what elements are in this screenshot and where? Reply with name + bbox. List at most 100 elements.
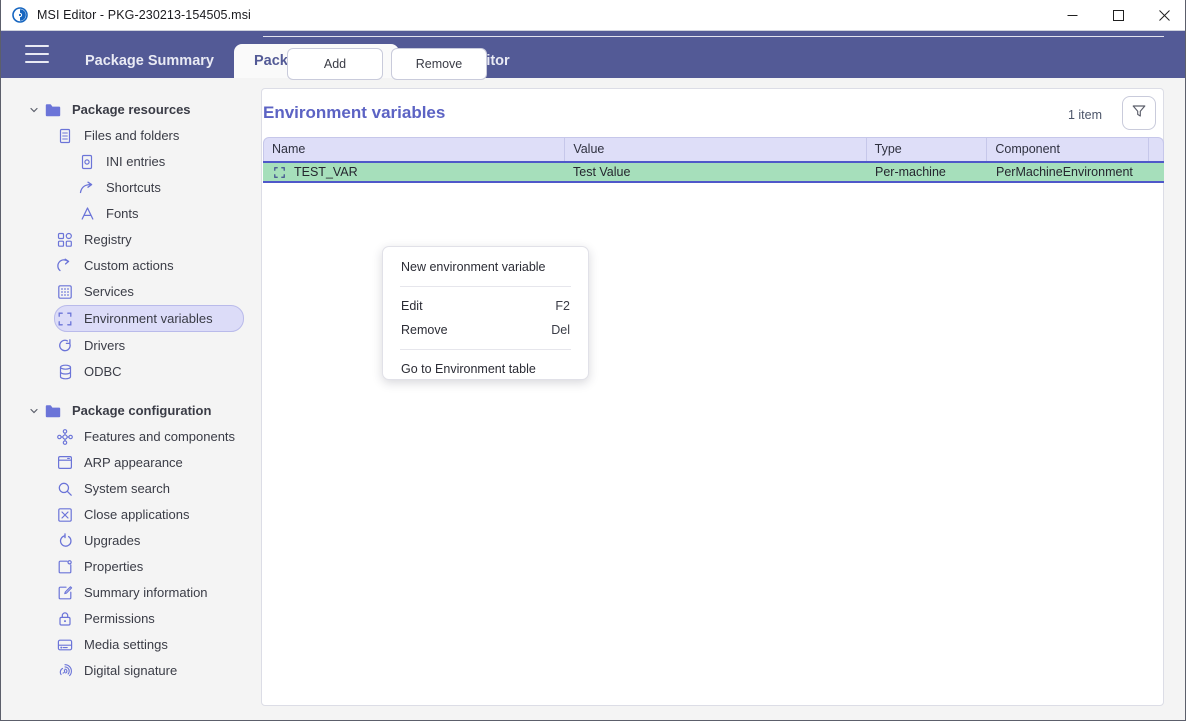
column-header-component[interactable]: Component bbox=[987, 138, 1149, 161]
sidebar-item-fonts[interactable]: Fonts bbox=[77, 201, 256, 226]
folder-icon bbox=[43, 100, 63, 120]
sidebar-item-label: INI entries bbox=[106, 154, 166, 169]
font-a-icon bbox=[77, 204, 97, 224]
menu-item-go-to-environment-table[interactable]: Go to Environment table bbox=[383, 357, 588, 381]
body-area: Package resources Files and folders INI … bbox=[1, 36, 1185, 720]
sidebar-group-label: Package configuration bbox=[72, 403, 212, 418]
sidebar-item-close-applications[interactable]: Close applications bbox=[55, 502, 256, 527]
sidebar-item-label: Registry bbox=[84, 232, 132, 247]
registry-blocks-icon bbox=[55, 230, 75, 250]
sidebar-item-ini-entries[interactable]: INI entries bbox=[77, 149, 256, 174]
environment-variables-table: Name Value Type Component TEST_VAR Test … bbox=[263, 137, 1164, 645]
item-count: 1 item bbox=[1067, 108, 1102, 122]
application-window: MSI Editor - PKG-230213-154505.msi Packa… bbox=[0, 0, 1186, 721]
column-header-spacer bbox=[1149, 138, 1163, 161]
sidebar-item-drivers[interactable]: Drivers bbox=[55, 333, 256, 358]
sidebar-item-label: Permissions bbox=[84, 611, 155, 626]
sidebar-item-odbc[interactable]: ODBC bbox=[55, 359, 256, 384]
content-panel: Environment variables 1 item Name Value … bbox=[261, 36, 1164, 706]
window-controls bbox=[1049, 0, 1185, 31]
column-header-value[interactable]: Value bbox=[565, 138, 867, 161]
chevron-down-icon bbox=[25, 105, 43, 115]
close-icon[interactable] bbox=[1141, 0, 1185, 31]
sidebar-item-properties[interactable]: Properties bbox=[55, 554, 256, 579]
chevron-down-icon bbox=[25, 406, 43, 416]
add-button[interactable]: Add bbox=[287, 47, 383, 80]
folder-icon bbox=[43, 401, 63, 421]
refresh-circle-icon bbox=[55, 336, 75, 356]
cell-value: Test Value bbox=[573, 165, 631, 179]
sidebar-item-services[interactable]: Services bbox=[55, 279, 256, 304]
sidebar-item-label: Drivers bbox=[84, 338, 126, 353]
sidebar-item-label: Fonts bbox=[106, 206, 139, 221]
page-title: Environment variables bbox=[263, 103, 446, 122]
menu-item-new-environment-variable[interactable]: New environment variable bbox=[383, 255, 588, 279]
menu-item-label: New environment variable bbox=[401, 260, 546, 274]
cell-type: Per-machine bbox=[875, 165, 946, 179]
context-menu: New environment variable Edit F2 Remove … bbox=[382, 246, 589, 380]
hamburger-menu-icon[interactable] bbox=[25, 45, 49, 63]
minimize-icon[interactable] bbox=[1049, 0, 1095, 31]
msi-editor-logo-icon bbox=[12, 7, 28, 23]
menu-item-edit[interactable]: Edit F2 bbox=[383, 294, 588, 318]
fingerprint-icon bbox=[55, 661, 75, 681]
remove-button[interactable]: Remove bbox=[391, 47, 487, 80]
sidebar-item-summary-information[interactable]: Summary information bbox=[55, 580, 256, 605]
sidebar-item-system-search[interactable]: System search bbox=[55, 476, 256, 501]
sidebar-item-label: Features and components bbox=[84, 429, 236, 444]
table-row[interactable]: TEST_VAR Test Value Per-machine PerMachi… bbox=[263, 161, 1164, 183]
table-body: TEST_VAR Test Value Per-machine PerMachi… bbox=[263, 161, 1164, 183]
column-header-name[interactable]: Name bbox=[264, 138, 566, 161]
lock-icon bbox=[55, 609, 75, 629]
sidebar-item-label: Shortcuts bbox=[106, 180, 161, 195]
sidebar-item-label: Files and folders bbox=[84, 128, 180, 143]
window-icon bbox=[55, 453, 75, 473]
refresh-circle-icon bbox=[55, 531, 75, 551]
sidebar-group-package-resources[interactable]: Package resources bbox=[25, 97, 256, 122]
filter-button[interactable] bbox=[1122, 96, 1156, 130]
dashed-square-icon bbox=[271, 164, 287, 180]
x-square-icon bbox=[55, 505, 75, 525]
components-node-icon bbox=[55, 427, 75, 447]
properties-tag-icon bbox=[55, 557, 75, 577]
edit-square-icon bbox=[55, 583, 75, 603]
sidebar-item-label: Services bbox=[84, 284, 134, 299]
table-header-row: Name Value Type Component bbox=[263, 137, 1164, 161]
sidebar-item-label: Summary information bbox=[84, 585, 208, 600]
sidebar-item-label: Close applications bbox=[84, 507, 190, 522]
sidebar-item-upgrades[interactable]: Upgrades bbox=[55, 528, 256, 553]
cell-name: TEST_VAR bbox=[263, 161, 565, 183]
content-header: Environment variables 1 item bbox=[263, 90, 1164, 142]
sidebar-item-label: Custom actions bbox=[84, 258, 174, 273]
maximize-icon[interactable] bbox=[1095, 0, 1141, 31]
sidebar-item-environment-variables[interactable]: Environment variables bbox=[54, 305, 244, 332]
menu-item-remove[interactable]: Remove Del bbox=[383, 318, 588, 342]
sidebar-navigation: Package resources Files and folders INI … bbox=[1, 78, 256, 720]
menu-separator bbox=[400, 286, 571, 287]
sidebar-item-label: ODBC bbox=[84, 364, 122, 379]
database-icon bbox=[55, 362, 75, 382]
sidebar-item-media-settings[interactable]: Media settings bbox=[55, 632, 256, 657]
sidebar-item-label: Upgrades bbox=[84, 533, 141, 548]
sidebar-group-package-configuration[interactable]: Package configuration bbox=[25, 398, 256, 423]
curved-arrow-icon bbox=[55, 256, 75, 276]
sidebar-item-arp-appearance[interactable]: ARP appearance bbox=[55, 450, 256, 475]
content-footer: Add Remove bbox=[263, 36, 1164, 90]
sidebar-item-registry[interactable]: Registry bbox=[55, 227, 256, 252]
sidebar-item-digital-signature[interactable]: Digital signature bbox=[55, 658, 256, 683]
sidebar-item-label: Properties bbox=[84, 559, 144, 574]
sidebar-item-label: Environment variables bbox=[84, 311, 213, 326]
sidebar-item-permissions[interactable]: Permissions bbox=[55, 606, 256, 631]
sidebar-item-custom-actions[interactable]: Custom actions bbox=[55, 253, 256, 278]
sidebar-item-label: Digital signature bbox=[84, 663, 178, 678]
window-title: MSI Editor - PKG-230213-154505.msi bbox=[37, 8, 251, 22]
sidebar-item-features-and-components[interactable]: Features and components bbox=[55, 424, 256, 449]
tab-package-summary[interactable]: Package Summary bbox=[65, 44, 234, 78]
column-header-type[interactable]: Type bbox=[867, 138, 988, 161]
menu-item-shortcut: Del bbox=[551, 323, 570, 337]
menu-item-label: Edit bbox=[401, 299, 423, 313]
dashed-square-icon bbox=[55, 309, 75, 329]
sidebar-item-files-and-folders[interactable]: Files and folders bbox=[55, 123, 256, 148]
services-grid-icon bbox=[55, 282, 75, 302]
sidebar-item-shortcuts[interactable]: Shortcuts bbox=[77, 175, 256, 200]
